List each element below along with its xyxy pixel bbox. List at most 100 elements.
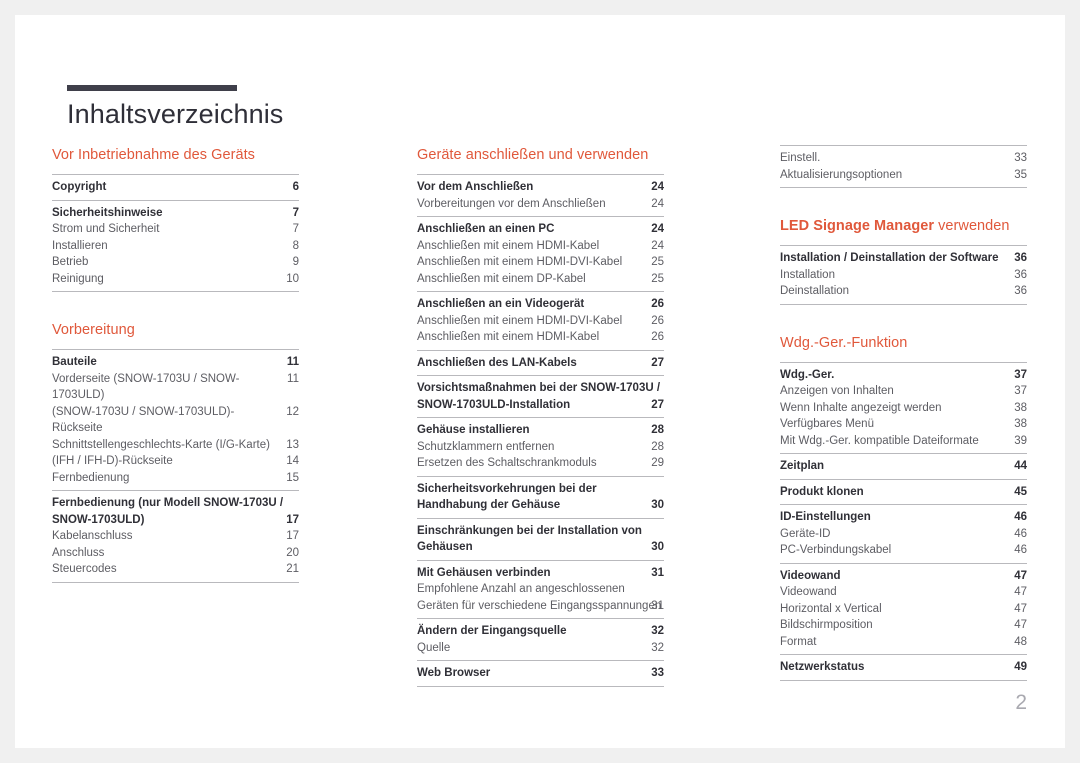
toc-entry-sub[interactable]: Empfohlene Anzahl an angeschlossenen Ger…	[417, 581, 664, 614]
toc-entry-sub[interactable]: Ersetzen des Schaltschrankmoduls 29	[417, 455, 664, 472]
toc-entry-label: Mit Gehäusen verbinden	[417, 566, 551, 579]
toc-entry-page: 38	[1014, 418, 1027, 430]
toc-group: Bauteile 11 Vorderseite (SNOW-1703U / SNOW…	[52, 349, 299, 490]
toc-entry-main[interactable]: Anschließen des LAN-Kabels 27	[417, 355, 664, 372]
toc-entry-main[interactable]: Vorsichtsmaßnahmen bei der SNOW-1703U / …	[417, 380, 664, 413]
toc-entry-page: 28	[651, 424, 664, 436]
toc-entry-page: 46	[1014, 527, 1027, 540]
toc-entry-main[interactable]: Copyright 6	[52, 179, 299, 196]
toc-entry-main[interactable]: Ändern der Eingangsquelle 32	[417, 623, 664, 640]
toc-entry-main[interactable]: Sicherheitshinweise 7	[52, 205, 299, 222]
toc-entry-sub[interactable]: Schnittstellengeschlechts-Karte (I/G-Kar…	[52, 437, 299, 454]
toc-entry-label: Anschließen mit einem HDMI-DVI-Kabel	[417, 256, 623, 268]
toc-entry-label: Ersetzen des Schaltschrankmoduls	[417, 457, 597, 469]
toc-entry-sub[interactable]: Reinigung 10	[52, 271, 299, 288]
toc-group: Vorsichtsmaßnahmen bei der SNOW-1703U / …	[417, 375, 664, 417]
toc-group: Anschließen des LAN-Kabels 27	[417, 349, 664, 376]
toc-entry-sub[interactable]: Aktualisierungsoptionen 35	[780, 167, 1027, 184]
toc-entry-sub[interactable]: Betrieb 9	[52, 254, 299, 271]
toc-group: Wdg.-Ger. 37 Anzeigen von Inhalten 37 Wenn I…	[780, 361, 1027, 454]
toc-entry-sub[interactable]: Geräte-ID 46	[780, 526, 1027, 543]
toc-entry-main[interactable]: Anschließen an ein Videogerät 26	[417, 296, 664, 313]
toc-entry-label: Quelle	[417, 641, 451, 654]
toc-entry-label: Aktualisierungsoptionen	[780, 168, 903, 181]
toc-entry-page: 47	[1014, 619, 1027, 631]
toc-entry-sub[interactable]: Anschließen mit einem HDMI-DVI-Kabel 25	[417, 254, 664, 271]
toc-entry-sub[interactable]: Schutzklammern entfernen 28	[417, 439, 664, 456]
toc-entry-sub[interactable]: Strom und Sicherheit 7	[52, 221, 299, 238]
toc-entry-sub[interactable]: Installieren 8	[52, 238, 299, 255]
toc-entry-sub[interactable]: Videowand 47	[780, 584, 1027, 601]
toc-entry-sub[interactable]: Anschließen mit einem DP-Kabel 25	[417, 271, 664, 288]
toc-entry-sub[interactable]: Steuercodes 21	[52, 561, 299, 578]
toc-entry-sub[interactable]: Anschließen mit einem HDMI-Kabel 26	[417, 329, 664, 346]
toc-entry-sub[interactable]: Quelle 32	[417, 640, 664, 657]
toc-entry-main[interactable]: Mit Gehäusen verbinden 31	[417, 565, 664, 582]
toc-entry-label: Bauteile	[52, 356, 97, 368]
toc-entry-main[interactable]: Produkt klonen 45	[780, 484, 1027, 501]
toc-entry-page: 26	[651, 298, 664, 310]
toc-entry-sub[interactable]: Deinstallation 36	[780, 283, 1027, 300]
toc-entry-main[interactable]: Zeitplan 44	[780, 458, 1027, 475]
toc-entry-sub[interactable]: Fernbedienung 15	[52, 470, 299, 487]
toc-entry-label: Mit Wdg.-Ger. kompatible Dateiformate	[780, 434, 979, 447]
toc-entry-sub[interactable]: Anschließen mit einem HDMI-Kabel 24	[417, 238, 664, 255]
toc-entry-page: 26	[651, 314, 664, 327]
toc-entry-sub[interactable]: Installation 36	[780, 267, 1027, 284]
toc-entry-label: Fernbedienung (nur Modell SNOW-1703U / S…	[52, 497, 284, 526]
toc-entry-page: 39	[1014, 434, 1027, 447]
toc-entry-sub[interactable]: Kabelanschluss 17	[52, 528, 299, 545]
toc-entry-sub[interactable]: Anschließen mit einem HDMI-DVI-Kabel 26	[417, 313, 664, 330]
toc-entry-sub[interactable]: Wenn Inhalte angezeigt werden 38	[780, 400, 1027, 417]
toc-entry-main[interactable]: Vor dem Anschließen 24	[417, 179, 664, 196]
toc-entry-page: 46	[1014, 511, 1027, 523]
toc-entry-page: 49	[1014, 661, 1027, 673]
toc-entry-main[interactable]: Web Browser 33	[417, 665, 664, 682]
toc-group: Copyright 6	[52, 174, 299, 200]
toc-entry-label: Vor dem Anschließen	[417, 181, 534, 193]
toc-entry-sub[interactable]: Vorderseite (SNOW-1703U / SNOW-1703ULD) 1…	[52, 371, 299, 404]
toc-section-heading: Wdg.-Ger.-Funktion	[780, 334, 908, 351]
toc-entry-sub[interactable]: Verfügbares Menü 38	[780, 416, 1027, 433]
toc-entry-page: 47	[1014, 602, 1027, 615]
toc-entry-sub[interactable]: (IFH / IFH-D)-Rückseite 14	[52, 453, 299, 470]
toc-entry-main[interactable]: Netzwerkstatus 49	[780, 659, 1027, 676]
toc-entry-main[interactable]: Gehäuse installieren 28	[417, 422, 664, 439]
toc-entry-label: Web Browser	[417, 667, 491, 679]
toc-entry-sub[interactable]: Vorbereitungen vor dem Anschließen 24	[417, 196, 664, 213]
toc-entry-page: 33	[651, 667, 664, 679]
toc-entry-page: 37	[1014, 368, 1027, 381]
toc-entry-label: Betrieb	[52, 256, 89, 268]
toc-entry-main[interactable]: Sicherheitsvorkehrungen bei der Handhabu…	[417, 481, 664, 514]
toc-entry-page: 7	[292, 223, 299, 235]
toc-entry-main[interactable]: Installation / Deinstallation der Softwa…	[780, 250, 1027, 267]
toc-entry-sub[interactable]: Format 48	[780, 634, 1027, 651]
toc-entry-label: Videowand	[780, 586, 837, 598]
toc-entry-main[interactable]: Fernbedienung (nur Modell SNOW-1703U / S…	[52, 495, 299, 528]
toc-entry-label: Vorbereitungen vor dem Anschließen	[417, 197, 606, 210]
toc-entry-sub[interactable]: Mit Wdg.-Ger. kompatible Dateiformate 39	[780, 433, 1027, 450]
toc-entry-sub[interactable]: Horizontal x Vertical 47	[780, 601, 1027, 618]
toc-entry-sub[interactable]: Anzeigen von Inhalten 37	[780, 383, 1027, 400]
toc-entry-sub[interactable]: PC-Verbindungskabel 46	[780, 542, 1027, 559]
toc-entry-page: 24	[651, 239, 664, 252]
toc-entry-label: Anschluss	[52, 546, 105, 559]
toc-entry-sub[interactable]: Bildschirmposition 47	[780, 617, 1027, 634]
toc-entry-main[interactable]: Anschließen an einen PC 24	[417, 221, 664, 238]
toc-entry-main[interactable]: Videowand 47	[780, 568, 1027, 585]
toc-entry-page: 29	[651, 457, 664, 469]
toc-entry-page: 20	[286, 546, 299, 559]
toc-entry-label: Empfohlene Anzahl an angeschlossenen Ger…	[417, 583, 662, 612]
toc-entry-main[interactable]: Einschränkungen bei der Installation von…	[417, 523, 664, 556]
toc-entry-sub[interactable]: Anschluss 20	[52, 545, 299, 562]
toc-entry-main[interactable]: Wdg.-Ger. 37	[780, 367, 1027, 384]
toc-entry-page: 27	[651, 356, 664, 369]
toc-entry-main[interactable]: Bauteile 11	[52, 354, 299, 371]
toc-entry-label: Anschließen an ein Videogerät	[417, 298, 585, 310]
toc-entry-label: Reinigung	[52, 272, 104, 285]
toc-entry-page: 24	[651, 181, 664, 193]
toc-entry-main[interactable]: ID-Einstellungen 46	[780, 509, 1027, 526]
toc-entry-sub[interactable]: (SNOW-1703U / SNOW-1703ULD)-Rückseite 12	[52, 404, 299, 437]
toc-entry-page: 31	[651, 599, 664, 612]
toc-entry-sub[interactable]: Einstell. 33	[780, 150, 1027, 167]
